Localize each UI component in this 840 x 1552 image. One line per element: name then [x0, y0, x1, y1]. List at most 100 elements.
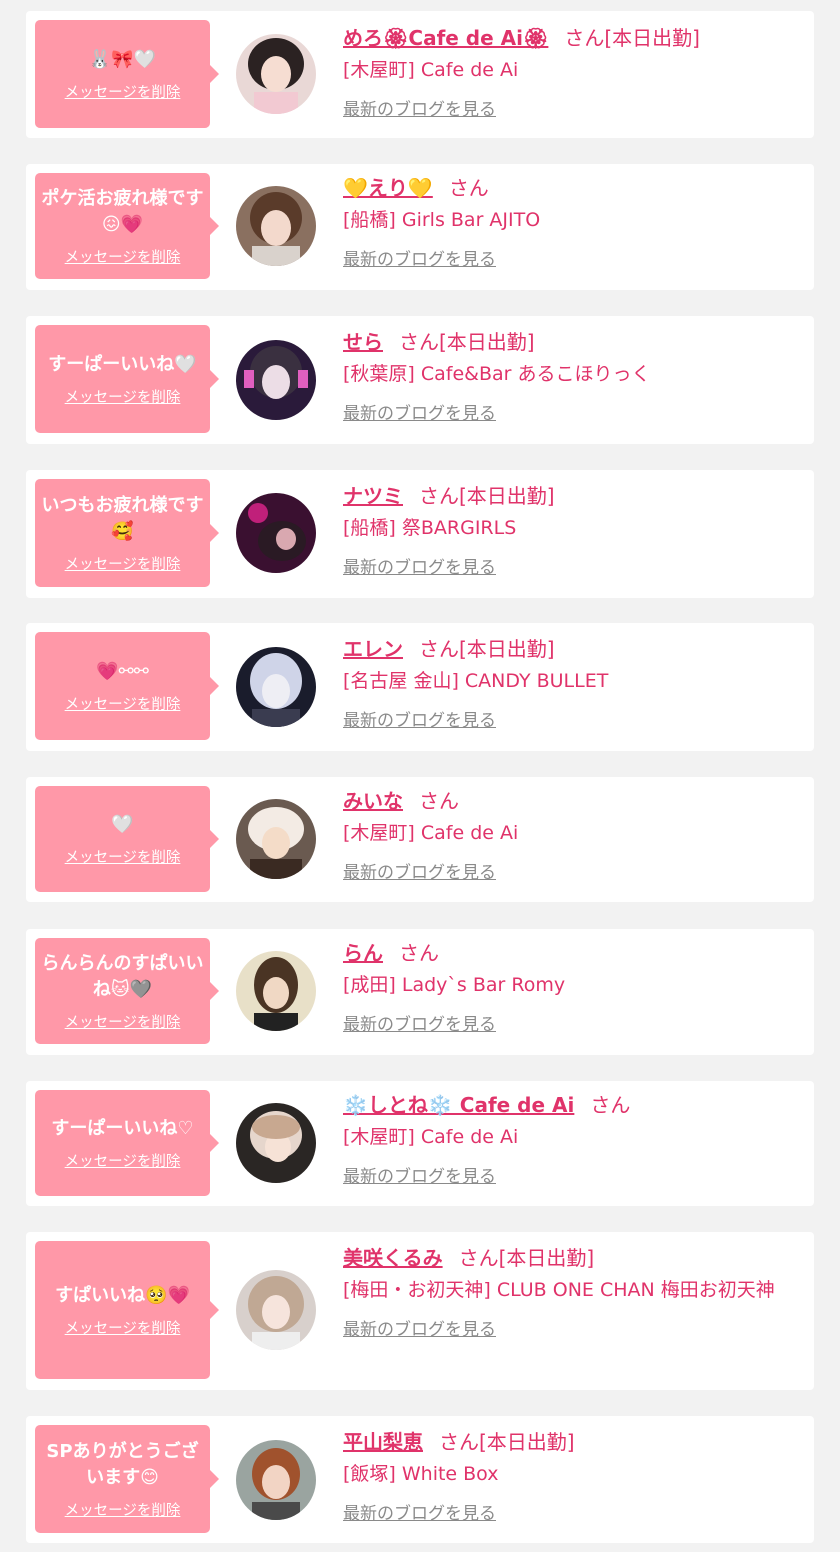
delete-message-link[interactable]: メッセージを削除	[65, 1150, 181, 1171]
avatar[interactable]	[236, 1440, 316, 1520]
cast-name-link[interactable]: めろ🏵Cafe de Ai🏵	[343, 26, 548, 50]
delete-message-link[interactable]: メッセージを削除	[65, 1317, 181, 1338]
shop-name: [木屋町] Cafe de Ai	[343, 1126, 519, 1148]
avatar[interactable]	[236, 34, 316, 114]
latest-blog-link[interactable]: 最新のブログを見る	[343, 858, 496, 883]
cast-info: めろ🏵Cafe de Ai🏵 さん[本日出勤] [木屋町] Cafe de Ai …	[343, 23, 800, 120]
message-bubble: すーぱーいいね♡ メッセージを削除	[35, 1090, 219, 1196]
latest-blog-link[interactable]: 最新のブログを見る	[343, 1499, 496, 1524]
list-item: ポケ活お疲れ様です😖💗 メッセージを削除 💛えり💛 さん [船橋] Girls B…	[26, 164, 814, 290]
message-bubble: SPありがとうございます😊 メッセージを削除	[35, 1425, 219, 1533]
delete-message-link[interactable]: メッセージを削除	[65, 81, 181, 102]
honorific: さん	[448, 176, 489, 200]
cast-info: らん さん [成田] Lady`s Bar Romy 最新のブログを見る	[343, 938, 800, 1035]
list-item: すーぱーいいね🤍 メッセージを削除 せら さん[本日出勤] [秋葉原] Cafe&…	[26, 316, 814, 444]
cast-info: ❄️しとね❄️ Cafe de Ai さん [木屋町] Cafe de Ai 最新…	[343, 1090, 800, 1187]
shop-name: [船橋] 祭BARGIRLS	[343, 517, 517, 539]
message-bubble: ポケ活お疲れ様です😖💗 メッセージを削除	[35, 173, 219, 279]
honorific: さん	[564, 26, 605, 50]
cast-name-link[interactable]: せら	[343, 330, 383, 354]
cast-name-link[interactable]: エレン	[343, 637, 403, 661]
delete-message-link[interactable]: メッセージを削除	[65, 246, 181, 267]
list-item: らんらんのすぱいいね🐱🩶 メッセージを削除 らん さん [成田] Lady`s B…	[26, 929, 814, 1055]
working-today-badge: [本日出勤]	[459, 637, 555, 661]
list-item: SPありがとうございます😊 メッセージを削除 平山梨恵 さん[本日出勤] [飯塚]…	[26, 1416, 814, 1543]
avatar[interactable]	[236, 493, 316, 573]
shop-name: [飯塚] White Box	[343, 1463, 499, 1485]
cast-name-link[interactable]: みいな	[343, 789, 403, 813]
shop-name: [秋葉原] Cafe&Bar あるこほりっく	[343, 363, 651, 385]
honorific: さん	[399, 941, 439, 965]
favorites-list: 🐰🎀🤍 メッセージを削除 めろ🏵Cafe de Ai🏵 さん[本日出勤] [木屋町…	[0, 0, 840, 1552]
message-text: らんらんのすぱいいね🐱🩶	[41, 952, 204, 1000]
shop-name: [名古屋 金山] CANDY BULLET	[343, 670, 609, 692]
shop-name: [木屋町] Cafe de Ai	[343, 59, 519, 81]
message-text: 🐰🎀🤍	[88, 48, 157, 70]
cast-name-link[interactable]: らん	[343, 941, 383, 965]
honorific: さん	[439, 1430, 479, 1454]
honorific: さん	[458, 1246, 499, 1270]
message-bubble: いつもお疲れ様です🥰 メッセージを削除	[35, 479, 219, 587]
cast-name-link[interactable]: 平山梨恵	[343, 1430, 423, 1454]
message-text: すぱいいね🥺💗	[55, 1284, 190, 1306]
honorific: さん	[399, 330, 439, 354]
working-today-badge: [本日出勤]	[479, 1430, 575, 1454]
cast-info: 💛えり💛 さん [船橋] Girls Bar AJITO 最新のブログを見る	[343, 173, 800, 270]
latest-blog-link[interactable]: 最新のブログを見る	[343, 245, 496, 270]
message-text: 💗⚯⚯	[96, 660, 149, 682]
latest-blog-link[interactable]: 最新のブログを見る	[343, 1315, 496, 1340]
latest-blog-link[interactable]: 最新のブログを見る	[343, 1162, 496, 1187]
avatar[interactable]	[236, 1103, 316, 1183]
delete-message-link[interactable]: メッセージを削除	[65, 846, 181, 867]
list-item: 💗⚯⚯ メッセージを削除 エレン さん[本日出勤] [名古屋 金山] CANDY …	[26, 623, 814, 751]
shop-name: [梅田・お初天神] CLUB ONE CHAN 梅田お初天神	[343, 1279, 775, 1301]
working-today-badge: [本日出勤]	[498, 1246, 595, 1270]
avatar[interactable]	[236, 951, 316, 1031]
cast-name-link[interactable]: ❄️しとね❄️ Cafe de Ai	[343, 1093, 574, 1117]
message-bubble: すぱいいね🥺💗 メッセージを削除	[35, 1241, 219, 1379]
latest-blog-link[interactable]: 最新のブログを見る	[343, 553, 496, 578]
avatar[interactable]	[236, 799, 316, 879]
cast-info: せら さん[本日出勤] [秋葉原] Cafe&Bar あるこほりっく 最新のブログ…	[343, 327, 800, 424]
list-item: すぱいいね🥺💗 メッセージを削除 美咲くるみ さん[本日出勤] [梅田・お初天神]…	[26, 1232, 814, 1390]
honorific: さん	[419, 637, 459, 661]
latest-blog-link[interactable]: 最新のブログを見る	[343, 706, 496, 731]
message-bubble: 🤍 メッセージを削除	[35, 786, 219, 892]
avatar[interactable]	[236, 340, 316, 420]
latest-blog-link[interactable]: 最新のブログを見る	[343, 1010, 496, 1035]
working-today-badge: [本日出勤]	[439, 330, 535, 354]
cast-info: みいな さん [木屋町] Cafe de Ai 最新のブログを見る	[343, 786, 800, 883]
cast-info: 美咲くるみ さん[本日出勤] [梅田・お初天神] CLUB ONE CHAN 梅田…	[343, 1243, 800, 1340]
message-text: 🤍	[111, 813, 134, 835]
list-item: 🤍 メッセージを削除 みいな さん [木屋町] Cafe de Ai 最新のブログ…	[26, 777, 814, 902]
message-bubble: すーぱーいいね🤍 メッセージを削除	[35, 325, 219, 433]
delete-message-link[interactable]: メッセージを削除	[65, 1499, 181, 1520]
message-text: ポケ活お疲れ様です😖💗	[41, 187, 204, 235]
shop-name: [船橋] Girls Bar AJITO	[343, 209, 541, 231]
delete-message-link[interactable]: メッセージを削除	[65, 693, 181, 714]
honorific: さん	[590, 1093, 631, 1117]
cast-name-link[interactable]: ナツミ	[343, 484, 403, 508]
delete-message-link[interactable]: メッセージを削除	[65, 1011, 181, 1032]
latest-blog-link[interactable]: 最新のブログを見る	[343, 399, 496, 424]
message-text: すーぱーいいね🤍	[48, 353, 197, 375]
working-today-badge: [本日出勤]	[604, 26, 700, 50]
avatar[interactable]	[236, 186, 316, 266]
avatar[interactable]	[236, 1270, 316, 1350]
delete-message-link[interactable]: メッセージを削除	[65, 553, 181, 574]
list-item: 🐰🎀🤍 メッセージを削除 めろ🏵Cafe de Ai🏵 さん[本日出勤] [木屋町…	[26, 11, 814, 138]
message-text: いつもお疲れ様です🥰	[41, 494, 204, 542]
cast-name-link[interactable]: 💛えり💛	[343, 176, 433, 200]
shop-name: [成田] Lady`s Bar Romy	[343, 974, 566, 996]
delete-message-link[interactable]: メッセージを削除	[65, 386, 181, 407]
avatar[interactable]	[236, 647, 316, 727]
cast-info: エレン さん[本日出勤] [名古屋 金山] CANDY BULLET 最新のブログ…	[343, 634, 800, 731]
cast-name-link[interactable]: 美咲くるみ	[343, 1246, 443, 1270]
honorific: さん	[419, 789, 459, 813]
message-bubble: らんらんのすぱいいね🐱🩶 メッセージを削除	[35, 938, 219, 1044]
list-item: すーぱーいいね♡ メッセージを削除 ❄️しとね❄️ Cafe de Ai さん […	[26, 1081, 814, 1206]
latest-blog-link[interactable]: 最新のブログを見る	[343, 95, 496, 120]
cast-info: ナツミ さん[本日出勤] [船橋] 祭BARGIRLS 最新のブログを見る	[343, 481, 800, 578]
honorific: さん	[419, 484, 459, 508]
message-text: SPありがとうございます😊	[46, 1440, 199, 1488]
